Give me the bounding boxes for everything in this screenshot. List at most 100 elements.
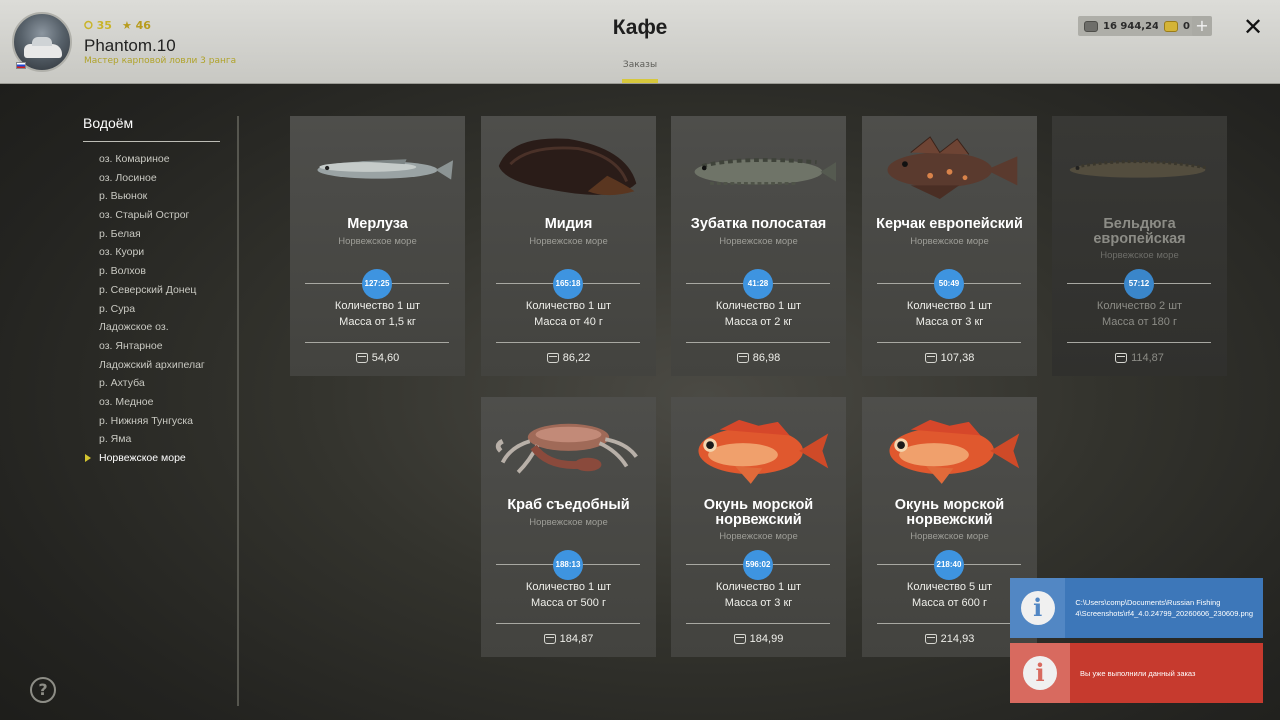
order-timer: 165:18 <box>553 269 583 299</box>
order-location: Норвежское море <box>529 236 608 247</box>
order-timer: 41:28 <box>743 269 773 299</box>
russia-flag-icon <box>16 62 26 69</box>
price-divider <box>686 623 830 624</box>
sidebar-item-waterbody[interactable]: оз. Старый Острог <box>99 206 205 225</box>
add-gold-button[interactable]: + <box>1192 16 1212 36</box>
order-card[interactable]: Бельдюга европейская Норвежское море 57:12… <box>1052 116 1227 376</box>
info-icon: i <box>1020 591 1055 625</box>
sidebar-item-waterbody[interactable]: р. Белая <box>99 225 205 244</box>
order-price: 184,87 <box>559 633 594 645</box>
sidebar-item-waterbody[interactable]: оз. Янтарное <box>99 337 205 356</box>
reward-coin-icon <box>924 353 937 363</box>
gold-amount: 0 <box>1183 20 1190 32</box>
sidebar-item-waterbody[interactable]: р. Вьюнок <box>99 187 205 206</box>
username: Phantom.10 <box>84 36 176 55</box>
info-icon-box: i <box>1010 578 1066 638</box>
order-price: 214,93 <box>940 633 975 645</box>
order-timer: 57:12 <box>1124 269 1154 299</box>
order-card[interactable]: Мерлуза Норвежское море 127:25 Количество 1… <box>290 116 465 376</box>
sidebar-item-waterbody[interactable]: Ладожский архипелаг <box>99 356 205 375</box>
sidebar-item-waterbody[interactable]: оз. Медное <box>99 393 205 412</box>
order-reward: 114,87 <box>1052 352 1227 364</box>
order-quantity: Количество 1 шт <box>525 300 612 312</box>
wolffish-icon <box>694 158 836 185</box>
order-price: 54,60 <box>371 352 400 364</box>
order-card[interactable]: Мидия Норвежское море 165:18 Количество 1 ш… <box>481 116 656 376</box>
order-mass: Масса от 1,5 кг <box>339 316 416 328</box>
order-quantity: Количество 1 шт <box>906 300 993 312</box>
order-item-name: Мерлуза <box>347 216 408 232</box>
help-button[interactable]: ? <box>30 677 56 703</box>
order-mass: Масса от 500 г <box>531 597 606 609</box>
sculpin-icon <box>887 136 1018 199</box>
eelpout-icon <box>1069 160 1208 178</box>
page-title: Кафе <box>612 16 668 39</box>
avatar-car-image <box>24 37 62 58</box>
sidebar-item-waterbody[interactable]: р. Волхов <box>99 262 205 281</box>
error-icon-box: i <box>1010 643 1070 703</box>
crab-icon <box>495 423 638 474</box>
order-reward: 184,99 <box>671 633 846 645</box>
order-card[interactable]: Зубатка полосатая Норвежское море 41:28 Кол… <box>671 116 846 376</box>
order-quantity: Количество 2 шт <box>1096 300 1183 312</box>
order-timer: 218:40 <box>934 550 964 580</box>
tab-active-indicator <box>622 79 658 83</box>
order-price: 86,22 <box>562 352 591 364</box>
order-timer: 188:13 <box>553 550 583 580</box>
order-quantity: Количество 1 шт <box>715 300 802 312</box>
gold-balance: 0 <box>1158 16 1196 36</box>
redfish-icon <box>889 419 1020 484</box>
hake-fish-icon <box>317 159 454 180</box>
order-timer: 596:02 <box>743 550 773 580</box>
sidebar-item-waterbody[interactable]: Ладожское оз. <box>99 318 205 337</box>
order-mass: Масса от 3 кг <box>915 316 984 328</box>
sidebar-item-waterbody[interactable]: р. Сура <box>99 300 205 319</box>
order-location: Норвежское море <box>910 531 989 542</box>
order-quantity: Количество 1 шт <box>715 581 802 593</box>
order-reward: 184,87 <box>481 633 656 645</box>
sidebar-item-waterbody[interactable]: оз. Лосиное <box>99 169 205 188</box>
order-item-name: Зубатка полосатая <box>690 216 827 232</box>
tab-orders[interactable]: Заказы <box>616 60 664 70</box>
sidebar-item-waterbody[interactable]: оз. Куори <box>99 243 205 262</box>
level-stat: ⭘ 35 <box>84 19 112 32</box>
order-mass: Масса от 40 г <box>534 316 603 328</box>
order-card[interactable]: Краб съедобный Норвежское море 188:13 Колич… <box>481 397 656 657</box>
sidebar-vertical-divider <box>237 116 239 706</box>
sidebar-item-waterbody[interactable]: р. Северский Донец <box>99 281 205 300</box>
error-info-icon: i <box>1023 656 1057 690</box>
order-location: Норвежское море <box>1100 250 1179 261</box>
rank-value: 46 <box>135 19 151 32</box>
order-item-name: Мидия <box>544 216 593 232</box>
sidebar-item-waterbody[interactable]: оз. Комариное <box>99 150 205 169</box>
reward-coin-icon <box>736 353 749 363</box>
close-button[interactable]: ✕ <box>1240 12 1266 42</box>
sidebar-item-waterbody[interactable]: р. Яма <box>99 430 205 449</box>
sidebar-item-waterbody[interactable]: Норвежское море <box>85 449 205 468</box>
order-timer: 127:25 <box>362 269 392 299</box>
order-reward: 107,38 <box>862 352 1037 364</box>
order-mass: Масса от 3 кг <box>724 597 793 609</box>
sidebar-item-waterbody[interactable]: р. Нижняя Тунгуска <box>99 412 205 431</box>
screenshot-notification[interactable]: i C:\Users\comp\Documents\Russian Fishin… <box>1010 578 1263 638</box>
price-divider <box>496 342 640 343</box>
price-divider <box>877 342 1021 343</box>
order-item-name: Окунь морской норвежский <box>894 497 1005 528</box>
order-location: Норвежское море <box>719 236 798 247</box>
gold-coin-icon <box>1164 20 1178 32</box>
order-quantity: Количество 1 шт <box>334 300 421 312</box>
error-notification[interactable]: i Вы уже выполнили данный заказ <box>1010 643 1263 703</box>
order-price: 184,99 <box>749 633 784 645</box>
top-bar: ⭘ 35 ★ 46 Phantom.10 Мастер карповой лов… <box>0 0 1280 84</box>
order-timer: 50:49 <box>934 269 964 299</box>
sidebar-item-waterbody[interactable]: р. Ахтуба <box>99 374 205 393</box>
price-divider <box>496 623 640 624</box>
order-item-name: Бельдюга европейская <box>1093 216 1186 247</box>
order-card[interactable]: Керчак европейский Норвежское море 50:49 Ко… <box>862 116 1037 376</box>
order-item-name: Окунь морской норвежский <box>703 497 814 528</box>
order-location: Норвежское море <box>529 517 608 528</box>
reward-coin-icon <box>543 634 556 644</box>
order-card[interactable]: Окунь морской норвежский Норвежское море 5… <box>671 397 846 657</box>
order-reward: 54,60 <box>290 352 465 364</box>
order-mass: Масса от 180 г <box>1102 316 1177 328</box>
